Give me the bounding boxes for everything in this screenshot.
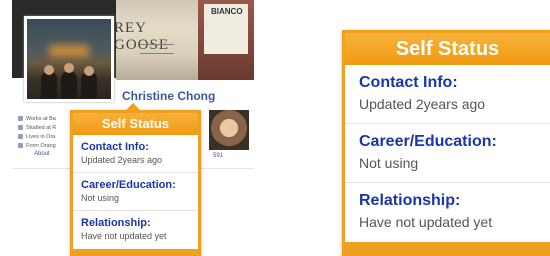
status-item-value: Updated 2years ago	[359, 96, 486, 112]
person-head	[84, 66, 94, 76]
sunset-glow	[49, 45, 89, 57]
cover-photo-bottle: REY GOOSE	[116, 0, 198, 80]
cover-bottle-label	[140, 44, 174, 54]
status-item-career[interactable]: Career/Education: Not using	[73, 173, 198, 211]
info-text: Works at Ba	[26, 115, 56, 122]
work-icon	[18, 116, 23, 121]
education-icon	[18, 125, 23, 130]
status-item-title: Relationship:	[81, 217, 151, 229]
info-text: From Orang	[26, 142, 56, 149]
status-item-value: Not using	[359, 155, 419, 171]
status-item-contact[interactable]: Contact Info: Updated 2years ago	[345, 65, 550, 124]
thumbnail-count[interactable]: 591	[213, 153, 223, 159]
info-row-education: Studied at R	[18, 123, 70, 132]
status-item-title: Contact Info:	[359, 74, 458, 91]
cover-label-text: BIANCO	[211, 7, 243, 16]
person-head	[44, 65, 54, 75]
friend-photo-thumbnail[interactable]	[209, 110, 249, 150]
status-item-relationship[interactable]: Relationship: Have not updated yet	[73, 211, 198, 249]
self-status-popup-large: Self Status Contact Info: Updated 2years…	[342, 30, 550, 256]
popup-body: Contact Info: Updated 2years ago Career/…	[345, 65, 550, 242]
info-row-lives: Lives in Ora	[18, 132, 70, 141]
status-item-value: Have not updated yet	[81, 231, 167, 241]
location-icon	[18, 143, 23, 148]
profile-picture[interactable]	[24, 16, 114, 102]
status-item-title: Contact Info:	[81, 141, 149, 153]
person-head	[64, 63, 74, 73]
self-status-popup-small: Self Status Contact Info: Updated 2years…	[70, 103, 201, 256]
popup-title: Self Status	[345, 33, 550, 65]
about-link[interactable]: About	[34, 151, 50, 157]
popup-body: Contact Info: Updated 2years ago Career/…	[73, 135, 198, 249]
info-text: Studied at R	[26, 124, 57, 131]
profile-info-list: Works at Ba Studied at R Lives in Ora Fr…	[18, 114, 70, 150]
popup-title: Self Status	[73, 113, 198, 135]
status-item-contact[interactable]: Contact Info: Updated 2years ago	[73, 135, 198, 173]
info-text: Lives in Ora	[26, 133, 56, 140]
info-row-work: Works at Ba	[18, 114, 70, 123]
status-item-value: Not using	[81, 193, 120, 203]
status-item-value: Have not updated yet	[359, 214, 493, 230]
status-item-relationship[interactable]: Relationship: Have not updated yet	[345, 183, 550, 242]
person-silhouette	[41, 71, 57, 99]
home-icon	[18, 134, 23, 139]
person-silhouette	[61, 71, 77, 99]
status-item-value: Updated 2years ago	[81, 155, 163, 165]
status-item-title: Career/Education:	[81, 179, 176, 191]
status-item-title: Relationship:	[359, 192, 461, 209]
info-row-from: From Orang	[18, 141, 70, 150]
status-item-career[interactable]: Career/Education: Not using	[345, 124, 550, 183]
profile-name[interactable]: Christine Chong	[122, 89, 215, 103]
status-item-title: Career/Education:	[359, 133, 497, 150]
